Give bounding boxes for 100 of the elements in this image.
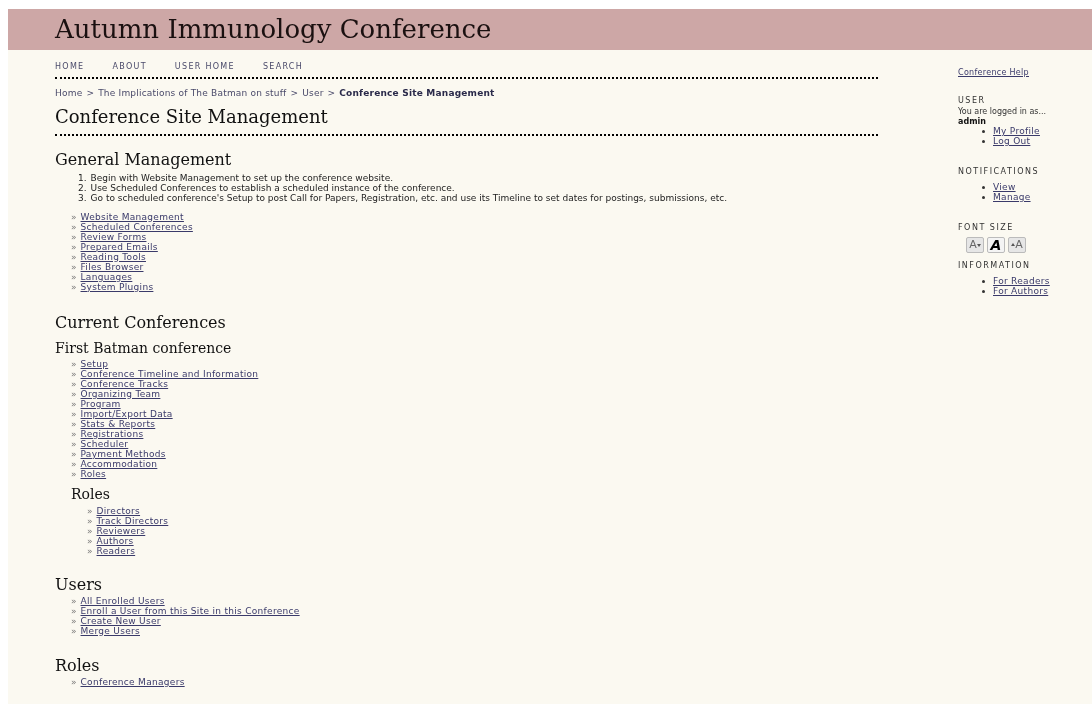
list-marker: » [71, 605, 77, 616]
breadcrumb-link[interactable]: Home [55, 87, 83, 101]
bullet [982, 185, 985, 189]
list-marker: » [71, 368, 77, 379]
link[interactable]: Prepared Emails [80, 241, 158, 252]
breadcrumb-separator: > [290, 87, 299, 100]
sidebar-heading: INFORMATION [958, 261, 1032, 271]
arrow-down-icon [976, 242, 981, 248]
list-marker: » [87, 505, 93, 516]
list-marker: » [87, 525, 93, 536]
help-link[interactable]: Conference Help [958, 68, 1029, 77]
link[interactable]: Setup [80, 358, 109, 369]
step-number: 2. [78, 182, 87, 193]
list-marker: » [71, 448, 77, 459]
link[interactable]: Review Forms [80, 231, 147, 242]
step-number: 3. [78, 192, 87, 203]
link[interactable]: Track Directors [96, 515, 169, 526]
nav-link[interactable]: ABOUT [112, 60, 147, 73]
font-size-button[interactable]: A [1008, 237, 1026, 253]
font-size-button[interactable]: A [987, 237, 1005, 253]
link[interactable]: Conference Managers [80, 676, 185, 687]
link[interactable]: Conference Timeline and Information [80, 368, 259, 379]
link[interactable]: For Readers [993, 276, 1050, 286]
list-marker: » [71, 271, 77, 282]
step-number: 1. [78, 172, 87, 183]
font-size-button[interactable]: A [966, 237, 984, 253]
nav-link[interactable]: HOME [55, 60, 85, 73]
step-text: Use Scheduled Conferences to establish a scheduled instance of the conference. [90, 182, 455, 193]
link[interactable]: Languages [80, 271, 133, 282]
list-marker: » [71, 241, 77, 252]
sidebar-heading: FONT SIZE [958, 223, 1015, 233]
list-marker: » [71, 428, 77, 439]
nav-link[interactable]: SEARCH [262, 60, 304, 73]
link[interactable]: Scheduler [80, 438, 129, 449]
link[interactable]: Files Browser [80, 261, 144, 272]
link[interactable]: Program [80, 398, 121, 409]
link[interactable]: View [993, 182, 1016, 192]
list-marker: » [71, 438, 77, 449]
list-marker: » [71, 211, 77, 222]
sidebar-heading: NOTIFICATIONS [958, 167, 1041, 177]
link[interactable]: Accommodation [80, 458, 158, 469]
bullet [982, 279, 985, 283]
list-marker: » [71, 261, 77, 272]
link[interactable]: Log Out [993, 136, 1031, 146]
link[interactable]: Import/Export Data [80, 408, 173, 419]
link[interactable]: Reviewers [96, 525, 146, 536]
list-marker: » [87, 535, 93, 546]
link[interactable]: Directors [96, 505, 141, 516]
list-marker: » [71, 595, 77, 606]
link[interactable]: Scheduled Conferences [80, 221, 193, 232]
list-marker: » [71, 251, 77, 262]
section-heading: General Management [55, 149, 233, 170]
link[interactable]: Authors [96, 535, 134, 546]
link[interactable]: My Profile [993, 126, 1040, 136]
link[interactable]: Reading Tools [80, 251, 146, 262]
list-marker: » [71, 388, 77, 399]
list-marker: » [71, 281, 77, 292]
breadcrumb-link[interactable]: User [302, 87, 324, 101]
list-marker: » [71, 408, 77, 419]
section-heading: Conference Site Management [55, 105, 329, 128]
breadcrumb-current: Conference Site Management [339, 87, 495, 100]
breadcrumb-link[interactable]: The Implications of The Batman on stuff [98, 87, 287, 101]
bullet [982, 129, 985, 133]
link[interactable]: Registrations [80, 428, 144, 439]
section-heading: Current Conferences [55, 312, 227, 333]
sidebar-heading: USER [958, 96, 987, 106]
login-status: You are logged in as... [958, 107, 1048, 117]
bullet [982, 139, 985, 143]
link[interactable]: Merge Users [80, 625, 140, 636]
link[interactable]: For Authors [993, 286, 1049, 296]
arrow-up-icon [1011, 242, 1016, 248]
breadcrumb-separator: > [86, 87, 95, 100]
link[interactable]: Stats & Reports [80, 418, 156, 429]
link[interactable]: Manage [993, 192, 1031, 202]
step-text: Begin with Website Management to set up the conference website. [90, 172, 394, 183]
list-marker: » [87, 545, 93, 556]
link[interactable]: All Enrolled Users [80, 595, 165, 606]
section-heading: Roles [70, 484, 111, 503]
list-marker: » [71, 418, 77, 429]
link[interactable]: Create New User [80, 615, 161, 626]
list-marker: » [71, 615, 77, 626]
section-heading: Roles [55, 655, 101, 676]
link[interactable]: Enroll a User from this Site in this Conference [80, 605, 300, 616]
link[interactable]: Website Management [80, 211, 184, 222]
link[interactable]: System Plugins [80, 281, 154, 292]
username: admin [958, 117, 987, 126]
list-marker: » [71, 676, 77, 687]
link[interactable]: Conference Tracks [80, 378, 169, 389]
list-marker: » [71, 221, 77, 232]
link[interactable]: Readers [96, 545, 136, 556]
link[interactable]: Payment Methods [80, 448, 166, 459]
link[interactable]: Organizing Team [80, 388, 161, 399]
list-marker: » [71, 458, 77, 469]
nav-link[interactable]: USER HOME [174, 60, 235, 73]
section-heading: First Batman conference [55, 338, 233, 357]
bullet [982, 289, 985, 293]
list-marker: » [71, 231, 77, 242]
step-text: Go to scheduled conference's Setup to post Call for Papers, Registration, etc. and use its Timeline to set dates for postings, submissions, etc. [90, 192, 728, 203]
list-marker: » [71, 358, 77, 369]
link[interactable]: Roles [80, 468, 107, 479]
